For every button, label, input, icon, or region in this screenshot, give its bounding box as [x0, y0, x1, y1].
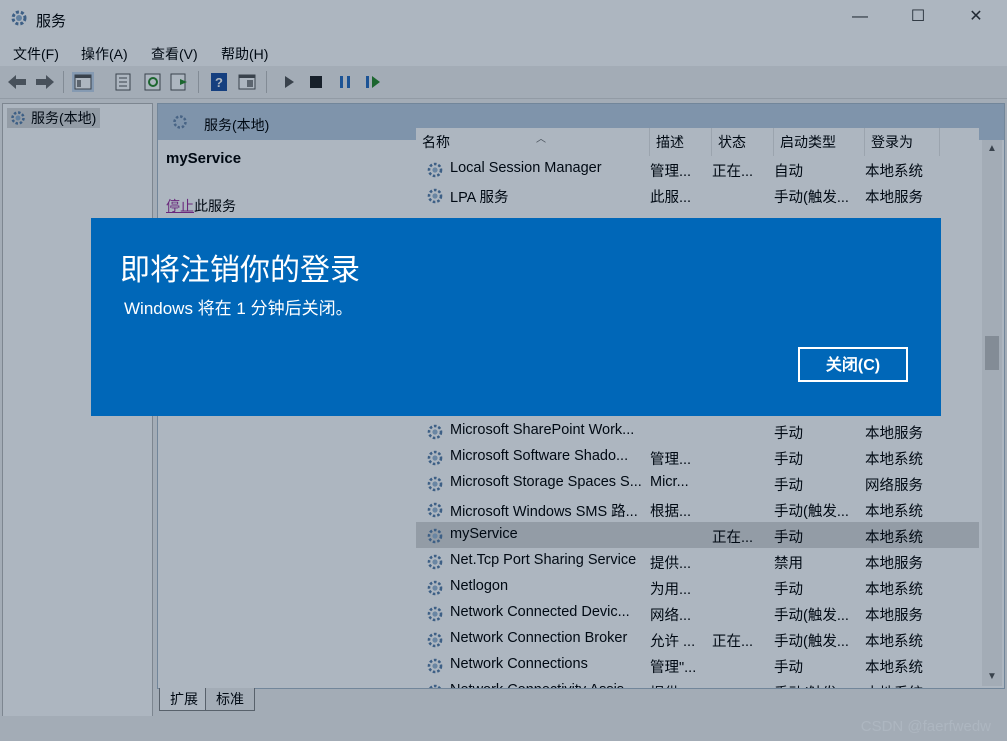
dialog-message: Windows 将在 1 分钟后关闭。 [124, 299, 353, 318]
dialog-close-button[interactable]: 关闭(C) [798, 347, 908, 382]
sign-out-dialog: 即将注销你的登录 Windows 将在 1 分钟后关闭。 关闭(C) [91, 218, 941, 416]
dialog-title: 即将注销你的登录 [120, 254, 360, 287]
